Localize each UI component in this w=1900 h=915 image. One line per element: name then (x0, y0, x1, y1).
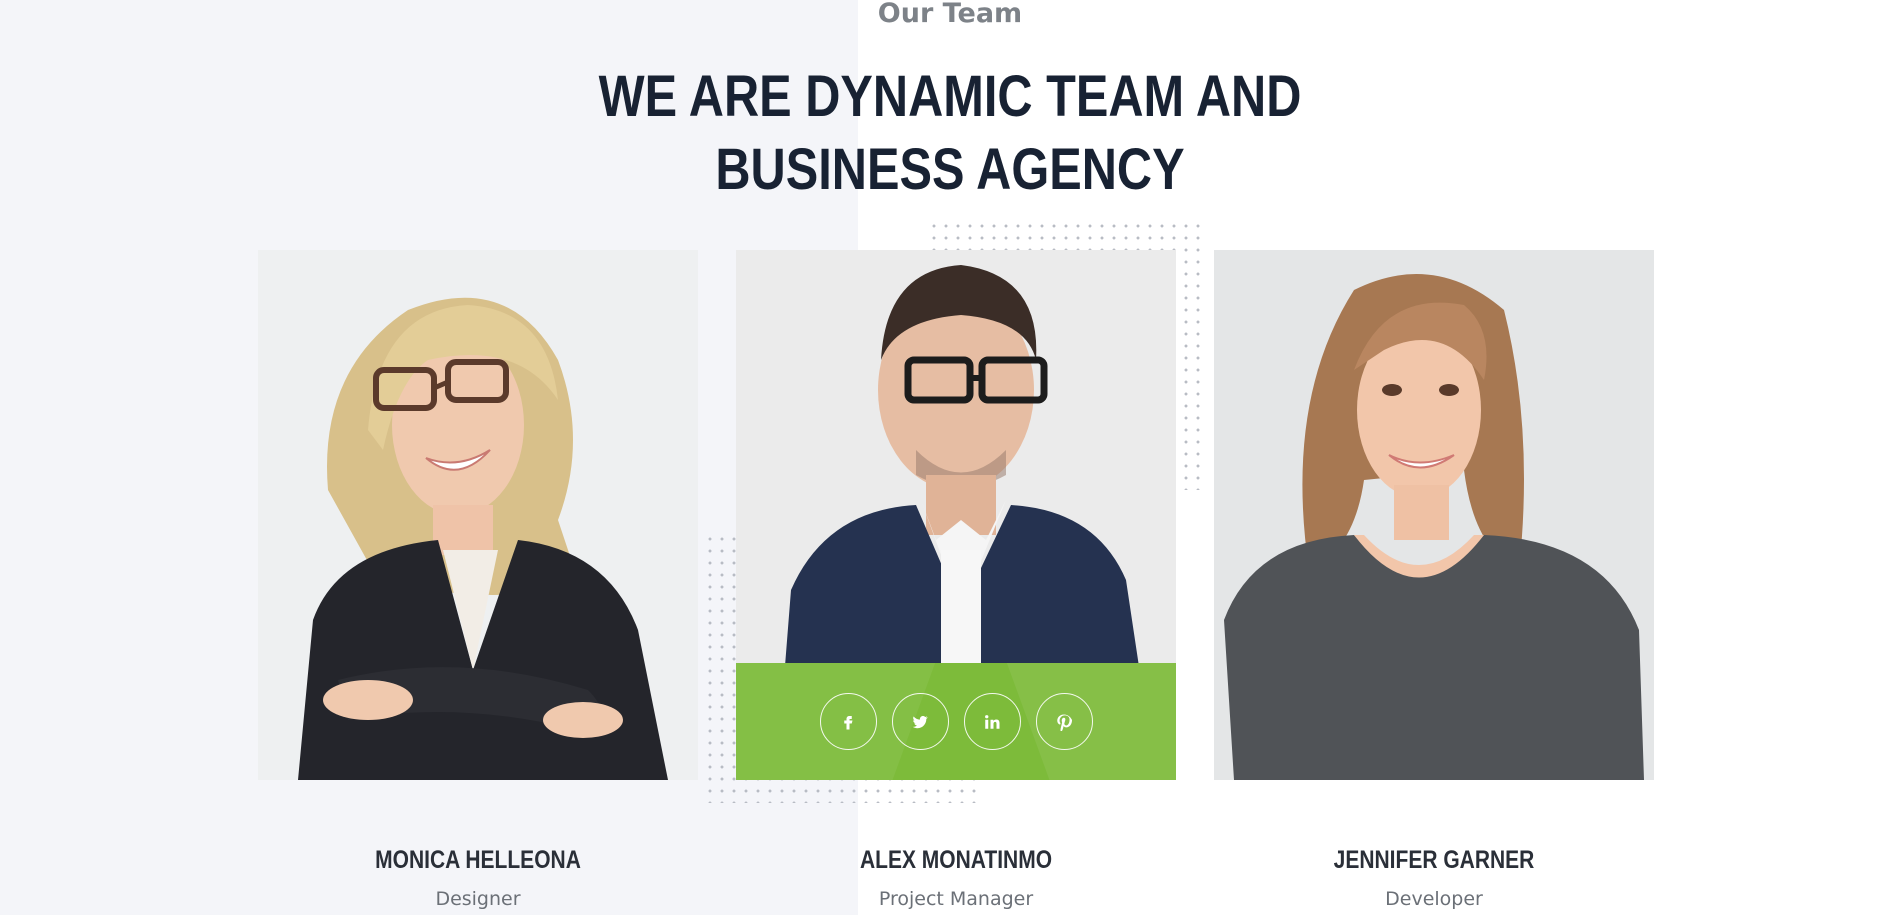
member-role: Developer (1385, 888, 1483, 910)
member-role: Project Manager (878, 888, 1034, 910)
member-name[interactable]: ALEX MONATINMO (771, 846, 1141, 875)
heading-line-1: WE ARE DYNAMIC TEAM AND (598, 64, 1302, 129)
team-card-monica[interactable] (258, 250, 698, 780)
team-card-jennifer[interactable] (1214, 250, 1654, 780)
social-links-bar (736, 663, 1176, 780)
member-name[interactable]: MONICA HELLEONA (293, 846, 663, 875)
member-role: Designer (435, 888, 521, 910)
pinterest-icon[interactable] (1035, 693, 1093, 750)
member-name[interactable]: JENNIFER GARNER (1249, 846, 1619, 875)
heading-line-2: BUSINESS AGENCY (715, 137, 1185, 202)
facebook-icon[interactable] (819, 693, 877, 750)
twitter-icon[interactable] (891, 693, 949, 750)
section-subtitle: Our Team (877, 0, 1023, 29)
section-heading: WE ARE DYNAMIC TEAM AND BUSINESS AGENCY (152, 60, 1748, 206)
linkedin-icon[interactable] (963, 693, 1021, 750)
team-card-alex[interactable] (736, 250, 1176, 780)
member-photo (258, 250, 698, 780)
member-photo (1214, 250, 1654, 780)
